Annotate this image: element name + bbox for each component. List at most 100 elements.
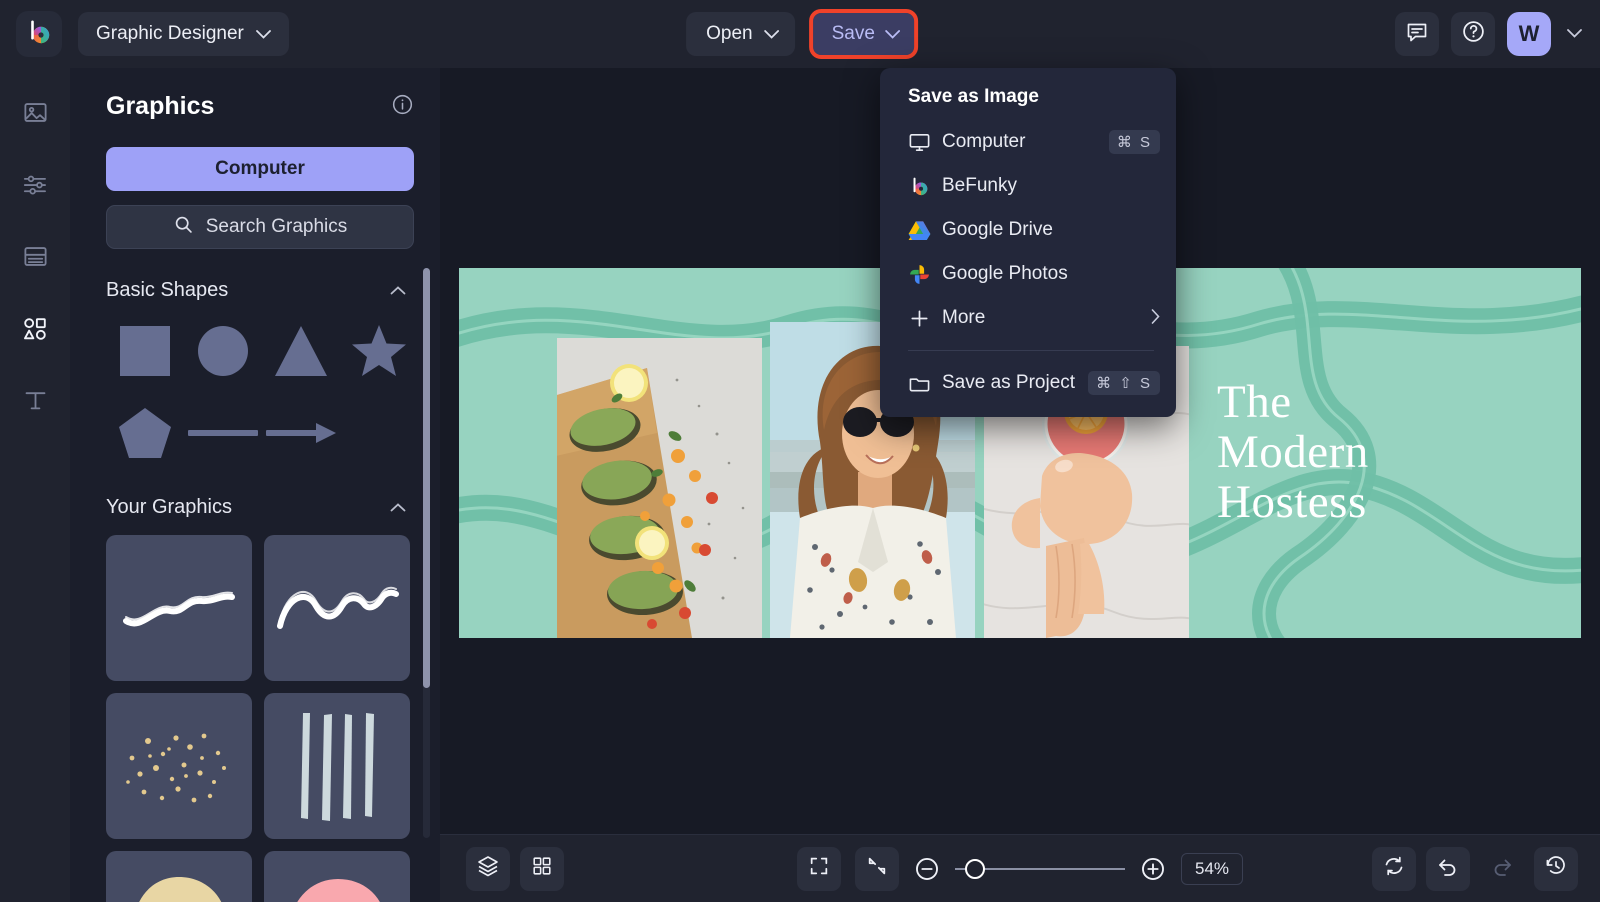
google-drive-icon — [908, 220, 942, 241]
shape-star[interactable] — [340, 318, 418, 384]
undo-icon — [1436, 854, 1460, 883]
save-menu-label: Google Photos — [942, 263, 1160, 285]
shape-arrow[interactable] — [262, 400, 340, 466]
shape-pentagon[interactable] — [106, 400, 184, 466]
account-menu-button[interactable] — [1563, 25, 1586, 43]
save-button-label: Save — [832, 23, 875, 45]
computer-upload-label: Computer — [215, 158, 305, 180]
design-title[interactable]: The Modern Hostess — [1217, 378, 1369, 527]
panel-scrollbar-thumb[interactable] — [423, 268, 430, 688]
save-menu-item-save-as-project[interactable]: Save as Project ⌘ ⇧ S — [880, 361, 1176, 405]
undo-button[interactable] — [1426, 847, 1470, 891]
help-button[interactable] — [1451, 12, 1495, 56]
rail-item-text[interactable] — [12, 380, 58, 426]
history-controls — [1372, 847, 1578, 891]
rail-item-graphics[interactable] — [12, 308, 58, 354]
save-menu-label: BeFunky — [942, 175, 1160, 197]
befunky-logo-icon — [908, 175, 942, 198]
graphic-thumbnail[interactable] — [106, 851, 252, 902]
graphic-thumbnail[interactable] — [106, 535, 252, 681]
redo-button[interactable] — [1480, 847, 1524, 891]
feedback-button[interactable] — [1395, 12, 1439, 56]
save-dropdown-menu: Save as Image Computer ⌘ S — [880, 68, 1176, 417]
zoom-slider[interactable] — [955, 859, 1125, 879]
rail-item-templates[interactable] — [12, 236, 58, 282]
section-title: Basic Shapes — [106, 279, 228, 302]
save-menu-item-google-photos[interactable]: Google Photos — [880, 252, 1176, 296]
image-icon — [22, 99, 49, 131]
grid-button[interactable] — [520, 847, 564, 891]
chevron-up-icon — [390, 499, 406, 517]
chevron-down-icon — [1567, 25, 1582, 42]
befunky-logo-icon — [24, 17, 54, 52]
app-header: Graphic Designer Open Save — [0, 0, 1600, 68]
page-title: Graphics — [106, 92, 214, 121]
basic-shapes-row-1 — [70, 302, 440, 384]
mode-selector-button[interactable]: Graphic Designer — [78, 12, 289, 56]
avatar[interactable]: W — [1507, 12, 1551, 56]
layout-icon — [22, 243, 49, 275]
reset-button[interactable] — [1372, 847, 1416, 891]
history-button[interactable] — [1534, 847, 1578, 891]
history-icon — [1544, 854, 1568, 883]
tool-rail — [0, 68, 70, 902]
search-input[interactable]: Search Graphics — [106, 205, 414, 249]
befunky-logo-button[interactable] — [16, 11, 62, 57]
section-basic-shapes-header[interactable]: Basic Shapes — [70, 249, 440, 302]
search-input-placeholder: Search Graphics — [206, 216, 348, 238]
graphic-thumbnail[interactable] — [264, 851, 410, 902]
panel-header: Graphics — [70, 68, 440, 121]
reset-icon — [1382, 854, 1406, 883]
save-menu-item-google-drive[interactable]: Google Drive — [880, 208, 1176, 252]
graphic-thumbnail[interactable] — [264, 535, 410, 681]
section-your-graphics-header[interactable]: Your Graphics — [70, 466, 440, 519]
zoom-slider-knob[interactable] — [965, 859, 985, 879]
save-menu-label: Google Drive — [942, 219, 1160, 241]
graphics-panel: Graphics Computer Search Graphics Ba — [70, 68, 440, 902]
shortcut-badge: ⌘ S — [1109, 130, 1160, 154]
shape-triangle[interactable] — [262, 318, 340, 384]
avocado-toast-photo[interactable] — [557, 338, 762, 638]
save-menu-label: Save as Project — [942, 372, 1088, 394]
mode-selector-label: Graphic Designer — [96, 23, 244, 45]
rail-item-adjust[interactable] — [12, 164, 58, 210]
bottom-left-tools — [466, 847, 564, 891]
shrink-button[interactable] — [855, 847, 899, 891]
text-icon — [22, 387, 49, 419]
your-graphics-grid — [70, 519, 440, 902]
shape-line[interactable] — [184, 400, 262, 466]
redo-icon — [1490, 854, 1514, 883]
fit-screen-button[interactable] — [797, 847, 841, 891]
save-menu-item-computer[interactable]: Computer ⌘ S — [880, 120, 1176, 164]
layers-icon — [476, 854, 500, 883]
bottom-toolbar: 54% — [440, 834, 1600, 902]
save-menu-item-more[interactable]: More — [880, 296, 1176, 340]
shape-square[interactable] — [106, 318, 184, 384]
shape-circle[interactable] — [184, 318, 262, 384]
plus-icon — [908, 307, 942, 330]
open-button[interactable]: Open — [686, 12, 795, 56]
shapes-icon — [21, 315, 49, 348]
search-icon — [173, 214, 194, 241]
zoom-in-button[interactable] — [1139, 855, 1167, 883]
question-circle-icon — [1461, 19, 1486, 49]
chevron-down-icon — [885, 23, 900, 45]
save-button[interactable]: Save — [814, 13, 914, 55]
graphic-thumbnail[interactable] — [106, 693, 252, 839]
zoom-level-value: 54% — [1195, 859, 1229, 879]
info-icon[interactable] — [391, 93, 414, 121]
rail-item-image[interactable] — [12, 92, 58, 138]
design-title-line: The — [1217, 378, 1369, 428]
save-menu-item-befunky[interactable]: BeFunky — [880, 164, 1176, 208]
computer-upload-button[interactable]: Computer — [106, 147, 414, 191]
chevron-down-icon — [765, 23, 780, 45]
fit-screen-icon — [808, 855, 830, 882]
zoom-controls: 54% — [797, 847, 1243, 891]
panel-scrollbar[interactable] — [423, 268, 430, 838]
save-menu-label: Computer — [942, 131, 1109, 153]
graphic-thumbnail[interactable] — [264, 693, 410, 839]
zoom-out-button[interactable] — [913, 855, 941, 883]
zoom-level-display[interactable]: 54% — [1181, 853, 1243, 885]
layers-button[interactable] — [466, 847, 510, 891]
section-title: Your Graphics — [106, 496, 232, 519]
